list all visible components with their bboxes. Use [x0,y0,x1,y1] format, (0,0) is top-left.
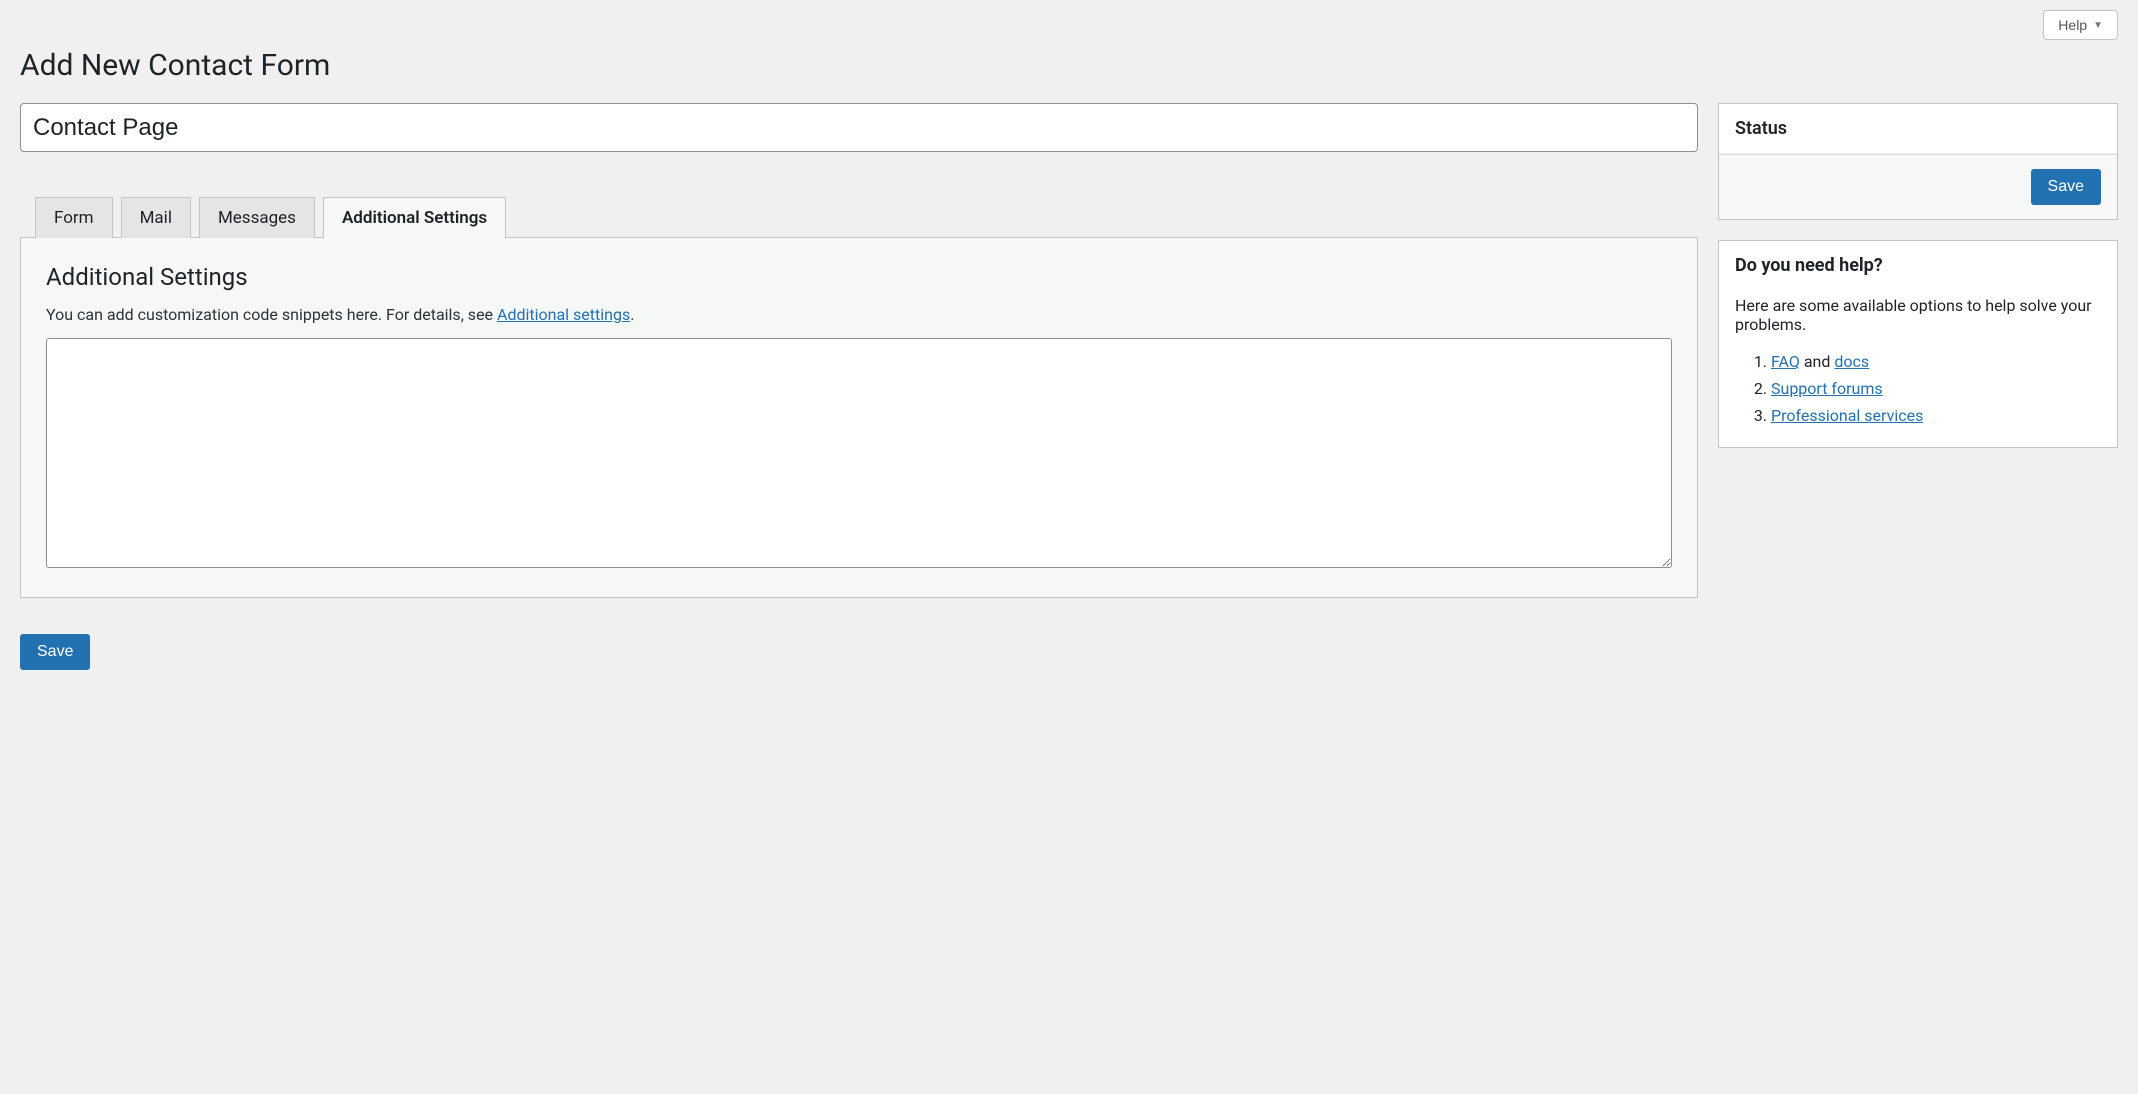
help-box: Do you need help? Here are some availabl… [1718,240,2118,448]
help-item-support: Support forums [1771,379,2101,398]
support-forums-link[interactable]: Support forums [1771,379,1883,398]
tab-mail[interactable]: Mail [121,197,191,238]
save-button-sidebar[interactable]: Save [2031,169,2101,205]
help-item-faq-docs: FAQ and docs [1771,352,2101,371]
panel-desc-suffix: . [630,305,634,324]
form-title-input[interactable] [20,103,1698,152]
page-title: Add New Contact Form [20,48,2118,83]
additional-settings-link[interactable]: Additional settings [497,305,630,324]
tab-additional-settings[interactable]: Additional Settings [323,197,506,239]
additional-settings-panel: Additional Settings You can add customiz… [20,237,1698,598]
help-and-text: and [1800,352,1835,371]
help-intro: Here are some available options to help … [1735,296,2101,334]
faq-link[interactable]: FAQ [1771,352,1800,371]
tab-form[interactable]: Form [35,197,113,238]
help-item-professional: Professional services [1771,406,2101,425]
help-label: Help [2058,17,2087,33]
help-title: Do you need help? [1735,255,2101,276]
panel-description: You can add customization code snippets … [46,305,1672,324]
status-title: Status [1735,118,2101,139]
chevron-down-icon: ▼ [2093,20,2103,31]
docs-link[interactable]: docs [1834,352,1869,371]
help-toggle-button[interactable]: Help ▼ [2043,10,2118,40]
panel-desc-prefix: You can add customization code snippets … [46,305,497,324]
save-button-bottom[interactable]: Save [20,634,90,670]
status-box: Status Save [1718,103,2118,220]
panel-heading: Additional Settings [46,263,1672,291]
tab-messages[interactable]: Messages [199,197,315,238]
additional-settings-textarea[interactable] [46,338,1672,568]
professional-services-link[interactable]: Professional services [1771,406,1923,425]
